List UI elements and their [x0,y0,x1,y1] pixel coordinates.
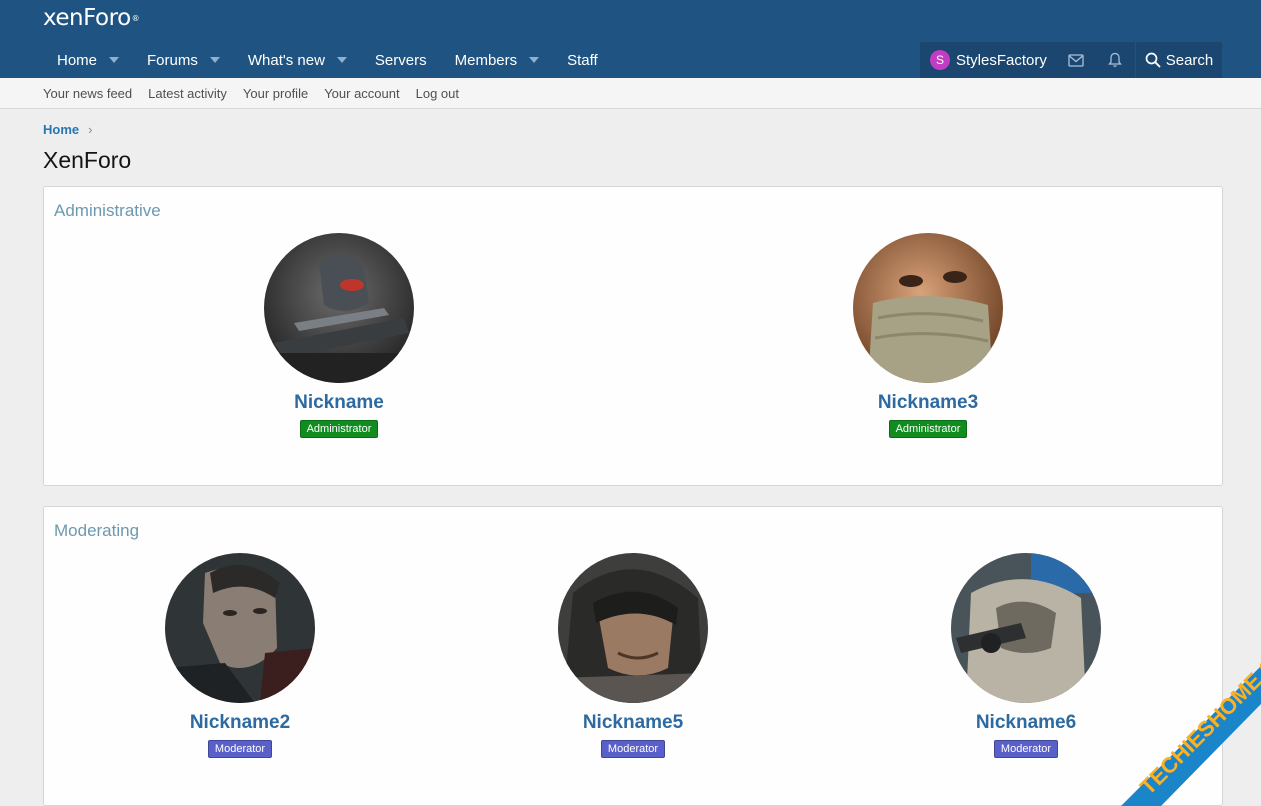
chevron-right-icon: › [88,122,93,137]
search-icon [1145,52,1161,68]
nav-forums[interactable]: Forums [133,42,234,78]
role-badge: Administrator [888,420,968,438]
chevron-down-icon[interactable] [529,57,540,63]
member-avatar[interactable] [165,553,315,703]
username: StylesFactory [956,51,1047,69]
watermark-banner: TECHIESHOME.COM [1021,586,1261,806]
breadcrumb: Home › [43,122,92,137]
subnav-your-account[interactable]: Your account [324,86,399,101]
section-title: Administrative [54,201,161,220]
role-badge: Moderator [207,740,273,758]
nav-staff[interactable]: Staff [553,42,612,78]
nav-members[interactable]: Members [441,42,554,78]
account-link[interactable]: S StylesFactory [920,42,1057,78]
chevron-down-icon[interactable] [209,57,220,63]
member-name[interactable]: Nickname2 [140,712,340,734]
member-avatar[interactable] [853,233,1003,383]
search-button[interactable]: Search [1136,42,1222,78]
subnav-latest-activity[interactable]: Latest activity [148,86,227,101]
chevron-down-icon[interactable] [336,57,347,63]
subnav-your-profile[interactable]: Your profile [243,86,308,101]
nav-home[interactable]: Home [43,42,133,78]
subnav-log-out[interactable]: Log out [416,86,459,101]
user-bar: S StylesFactory [920,42,1135,78]
role-badge: Administrator [299,420,379,438]
member-card: Nickname5 Moderator [533,553,733,758]
site-header: xenForo ® Home Forums What's new Servers … [0,0,1261,78]
staff-section-administrative: Administrative Nickname Administrator Ni… [43,186,1223,486]
member-avatar[interactable] [558,553,708,703]
envelope-icon[interactable] [1057,42,1096,78]
avatar: S [930,50,950,70]
member-name[interactable]: Nickname5 [533,712,733,734]
site-logo[interactable]: xenForo ® [43,4,140,32]
nav-servers[interactable]: Servers [361,42,441,78]
member-card: Nickname3 Administrator [828,233,1028,438]
member-name[interactable]: Nickname [239,392,439,414]
section-title: Moderating [54,521,140,540]
nav-whats-new[interactable]: What's new [234,42,361,78]
page-title: XenForo [43,147,132,173]
member-card: Nickname Administrator [239,233,439,438]
member-avatar[interactable] [264,233,414,383]
subnav-news-feed[interactable]: Your news feed [43,86,132,101]
member-card: Nickname2 Moderator [140,553,340,758]
sub-nav: Your news feed Latest activity Your prof… [0,78,1261,109]
bell-icon[interactable] [1096,42,1135,78]
main-nav: Home Forums What's new Servers Members S… [43,42,612,78]
member-name[interactable]: Nickname3 [828,392,1028,414]
role-badge: Moderator [600,740,666,758]
breadcrumb-home[interactable]: Home [43,122,79,137]
chevron-down-icon[interactable] [109,57,120,63]
